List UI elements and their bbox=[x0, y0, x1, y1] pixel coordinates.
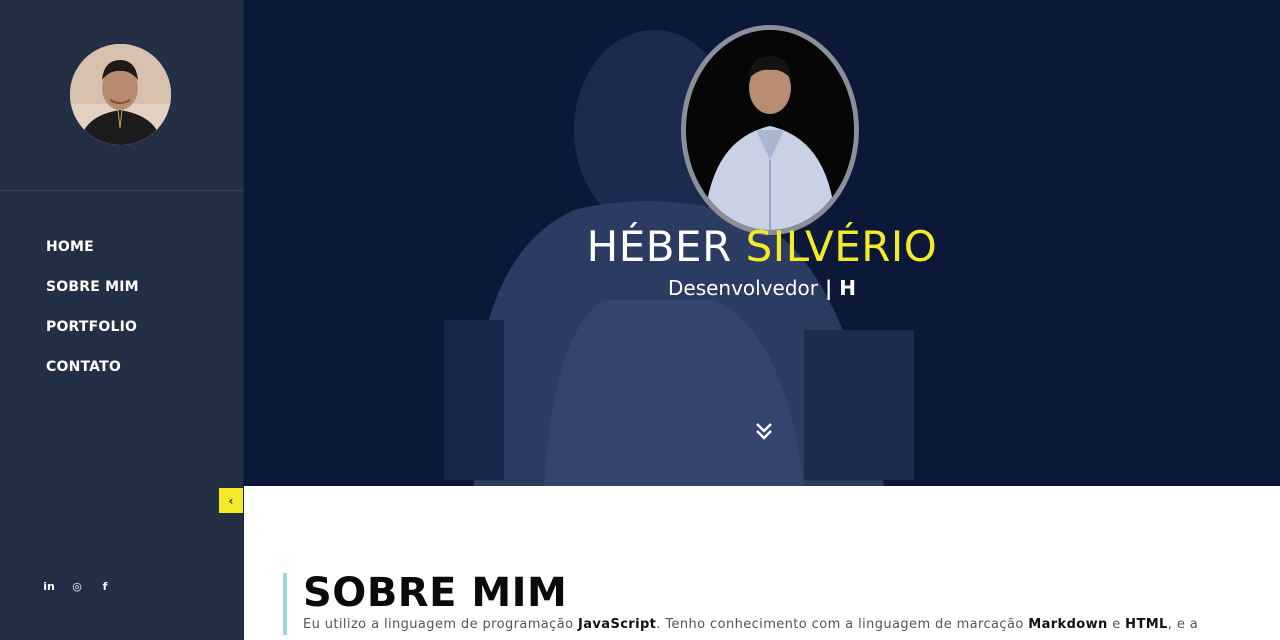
hero-first-name: HÉBER bbox=[586, 222, 732, 271]
instagram-icon[interactable]: ◎ bbox=[70, 580, 84, 593]
avatar bbox=[70, 44, 171, 145]
about-text-part: Eu utilizo a linguagem de programação bbox=[303, 617, 578, 632]
about-text-part: e bbox=[1107, 617, 1126, 632]
about-accent-bar bbox=[283, 573, 287, 635]
nav-item-sobre-mim[interactable]: SOBRE MIM bbox=[46, 278, 139, 296]
hero-section: HÉBER SILVÉRIO Desenvolvedor | H bbox=[244, 0, 1280, 486]
sidebar: HOME SOBRE MIM PORTFOLIO CONTATO ‹ in ◎ … bbox=[0, 0, 244, 640]
social-links: in ◎ f bbox=[42, 580, 112, 593]
about-title: SOBRE MIM bbox=[303, 570, 568, 616]
about-text-bold: HTML bbox=[1125, 617, 1168, 632]
about-text-bold: JavaScript bbox=[577, 617, 657, 632]
hero-last-name: SILVÉRIO bbox=[745, 222, 938, 271]
nav-item-portfolio[interactable]: PORTFOLIO bbox=[46, 318, 137, 336]
hero-role-separator: | bbox=[818, 276, 840, 300]
main-nav: HOME SOBRE MIM PORTFOLIO CONTATO bbox=[46, 236, 139, 396]
about-text: Eu utilizo a linguagem de programação Ja… bbox=[303, 617, 1263, 632]
nav-item-contato[interactable]: CONTATO bbox=[46, 358, 121, 376]
scroll-down-button[interactable] bbox=[754, 420, 774, 442]
about-text-bold: Markdown bbox=[1028, 617, 1108, 632]
sidebar-header bbox=[0, 0, 243, 191]
hero-role-cursor: H bbox=[839, 276, 856, 300]
linkedin-icon[interactable]: in bbox=[42, 580, 56, 593]
about-text-part: . Tenho conhecimento com a linguagem de … bbox=[656, 617, 1029, 632]
facebook-icon[interactable]: f bbox=[98, 580, 112, 593]
chevron-left-icon: ‹ bbox=[228, 493, 234, 508]
about-text-part: , e a bbox=[1167, 617, 1199, 632]
hero-name: HÉBER SILVÉRIO bbox=[244, 222, 1280, 271]
hero-role-text: Desenvolvedor bbox=[667, 276, 819, 300]
nav-item-home[interactable]: HOME bbox=[46, 238, 94, 256]
about-section: SOBRE MIM Eu utilizo a linguagem de prog… bbox=[244, 486, 1280, 640]
double-chevron-down-icon bbox=[756, 423, 772, 440]
sidebar-collapse-button[interactable]: ‹ bbox=[219, 488, 243, 513]
profile-photo bbox=[681, 25, 859, 235]
hero-role: Desenvolvedor | H bbox=[244, 276, 1280, 300]
